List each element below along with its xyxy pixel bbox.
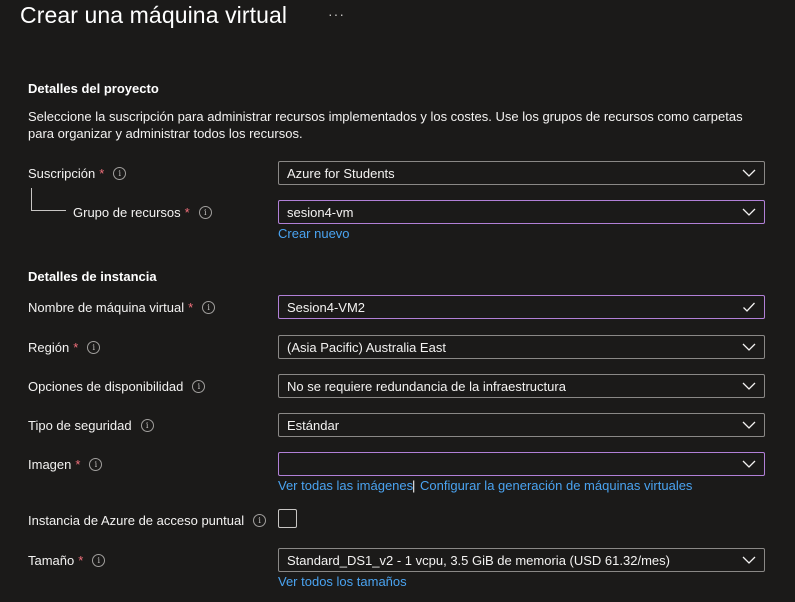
region-label-row: Región * i [28,340,101,355]
region-select[interactable]: (Asia Pacific) Australia East [278,335,765,359]
availability-select[interactable]: No se requiere redundancia de la infraes… [278,374,765,398]
required-mark: * [75,457,81,472]
info-icon[interactable]: i [113,167,127,180]
tree-connector [31,188,66,211]
spot-label-row: Instancia de Azure de acceso puntual i [28,513,267,528]
image-select[interactable] [278,452,765,476]
info-icon[interactable]: i [92,554,106,567]
section-heading-project: Detalles del proyecto [28,81,159,96]
availability-label: Opciones de disponibilidad [28,379,184,394]
required-mark: * [188,300,194,315]
required-mark: * [78,553,84,568]
chevron-down-icon [742,169,756,177]
subscription-select[interactable]: Azure for Students [278,161,765,185]
info-icon[interactable]: i [198,206,212,219]
chevron-down-icon [742,382,756,390]
image-label-row: Imagen * i [28,457,103,472]
vm-name-label-row: Nombre de máquina virtual * i [28,300,216,315]
spot-instance-label: Instancia de Azure de acceso puntual [28,513,245,528]
security-label-row: Tipo de seguridad i [28,418,154,433]
resource-group-value: sesion4-vm [287,205,354,220]
vm-name-value: Sesion4-VM2 [287,300,366,315]
subscription-value: Azure for Students [287,166,395,181]
size-value: Standard_DS1_v2 - 1 vcpu, 3.5 GiB de mem… [287,553,670,568]
chevron-down-icon [742,460,756,468]
availability-label-row: Opciones de disponibilidad i [28,379,206,394]
required-mark: * [99,166,105,181]
vm-name-label: Nombre de máquina virtual [28,300,185,315]
page-title: Crear una máquina virtual [20,2,288,28]
security-type-select[interactable]: Estándar [278,413,765,437]
chevron-down-icon [742,556,756,564]
section-heading-instance: Detalles de instancia [28,269,157,284]
chevron-down-icon [742,208,756,216]
info-icon[interactable]: i [253,514,267,527]
region-label: Región [28,340,70,355]
spot-instance-checkbox[interactable] [278,509,297,528]
create-new-link[interactable]: Crear nuevo [278,226,350,241]
image-label: Imagen [28,457,72,472]
chevron-down-icon [742,421,756,429]
vm-name-input[interactable]: Sesion4-VM2 [278,295,765,319]
see-all-sizes-link[interactable]: Ver todos los tamaños [278,574,407,589]
info-icon[interactable]: i [202,301,216,314]
checkmark-icon [743,302,755,312]
availability-value: No se requiere redundancia de la infraes… [287,379,566,394]
info-icon[interactable]: i [192,380,206,393]
required-mark: * [73,340,79,355]
configure-vm-generation-link[interactable]: Configurar la generación de máquinas vir… [420,478,692,493]
resource-group-select[interactable]: sesion4-vm [278,200,765,224]
see-all-images-link[interactable]: Ver todas las imágenes [278,478,413,493]
info-icon[interactable]: i [89,458,103,471]
info-icon[interactable]: i [140,419,154,432]
required-mark: * [184,205,190,220]
size-select[interactable]: Standard_DS1_v2 - 1 vcpu, 3.5 GiB de mem… [278,548,765,572]
project-description: Seleccione la suscripción para administr… [28,109,743,141]
size-label: Tamaño [28,553,75,568]
region-value: (Asia Pacific) Australia East [287,340,446,355]
link-separator: | [412,478,416,493]
security-label: Tipo de seguridad [28,418,132,433]
subscription-label-row: Suscripción * i [28,166,127,181]
size-label-row: Tamaño * i [28,553,106,568]
more-options-button[interactable]: ··· [328,6,345,22]
subscription-label: Suscripción [28,166,96,181]
resource-group-label: Grupo de recursos [73,205,181,220]
chevron-down-icon [742,343,756,351]
security-type-value: Estándar [287,418,340,433]
info-icon[interactable]: i [87,341,101,354]
resource-group-label-row: Grupo de recursos * i [73,205,212,220]
